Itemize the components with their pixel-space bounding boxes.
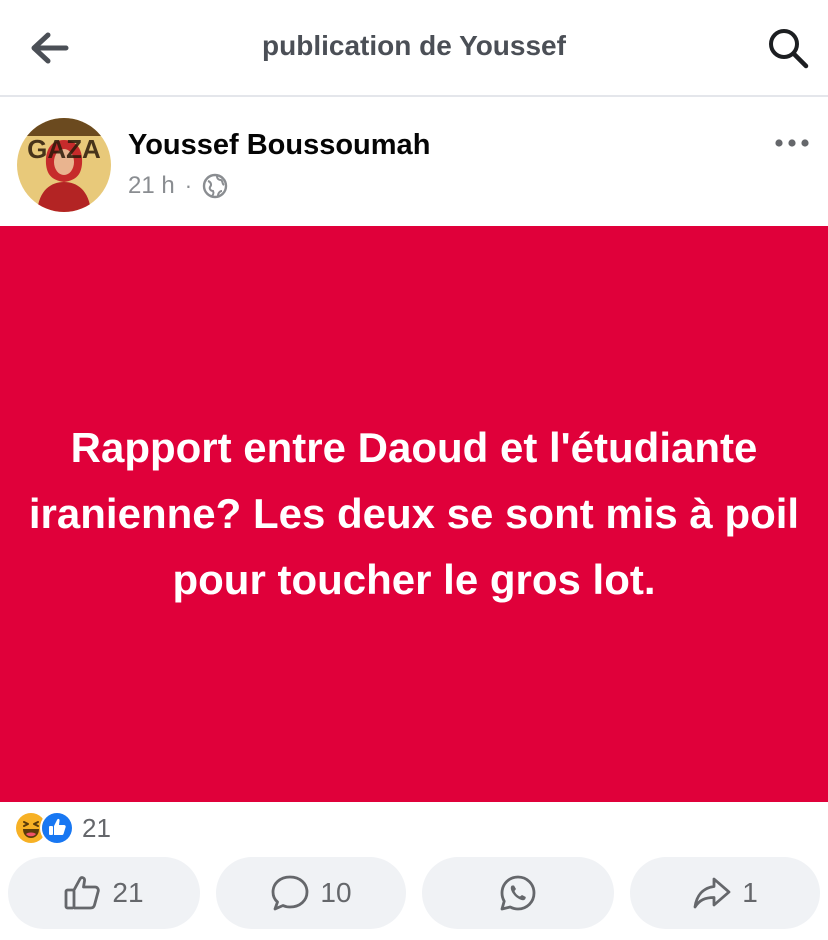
share-button[interactable]: 1 <box>630 857 820 929</box>
thumbs-up-icon <box>64 875 102 911</box>
globe-icon <box>202 173 228 199</box>
separator-dot: · <box>184 173 193 198</box>
post-header: GAZA Youssef Boussoumah 21 h · <box>0 99 828 226</box>
whatsapp-icon <box>498 873 538 913</box>
like-icon <box>40 811 74 845</box>
avatar-text: GAZA <box>27 134 101 164</box>
like-count: 21 <box>112 877 144 908</box>
avatar[interactable]: GAZA <box>17 118 111 212</box>
author-name[interactable]: Youssef Boussoumah <box>128 129 430 162</box>
reactions-summary[interactable]: 21 <box>14 810 111 846</box>
top-bar: publication de Youssef <box>0 0 828 97</box>
post-time[interactable]: 21 h <box>128 172 175 200</box>
comment-button[interactable]: 10 <box>216 857 406 929</box>
reactions-count: 21 <box>82 812 111 843</box>
post-text-background: Rapport entre Daoud et l'étudiante irani… <box>0 226 828 802</box>
comment-count: 10 <box>320 877 352 908</box>
page-title: publication de Youssef <box>262 30 566 61</box>
whatsapp-button[interactable] <box>422 857 614 929</box>
action-bar: 21 10 1 <box>0 857 828 929</box>
share-icon <box>692 876 732 910</box>
comment-icon <box>270 874 310 912</box>
post-text: Rapport entre Daoud et l'étudiante irani… <box>28 424 800 603</box>
like-button[interactable]: 21 <box>8 857 200 929</box>
post-meta: 21 h · <box>128 172 228 200</box>
more-horizontal-icon[interactable] <box>774 135 810 151</box>
search-icon[interactable] <box>766 26 810 70</box>
share-count: 1 <box>742 877 758 908</box>
